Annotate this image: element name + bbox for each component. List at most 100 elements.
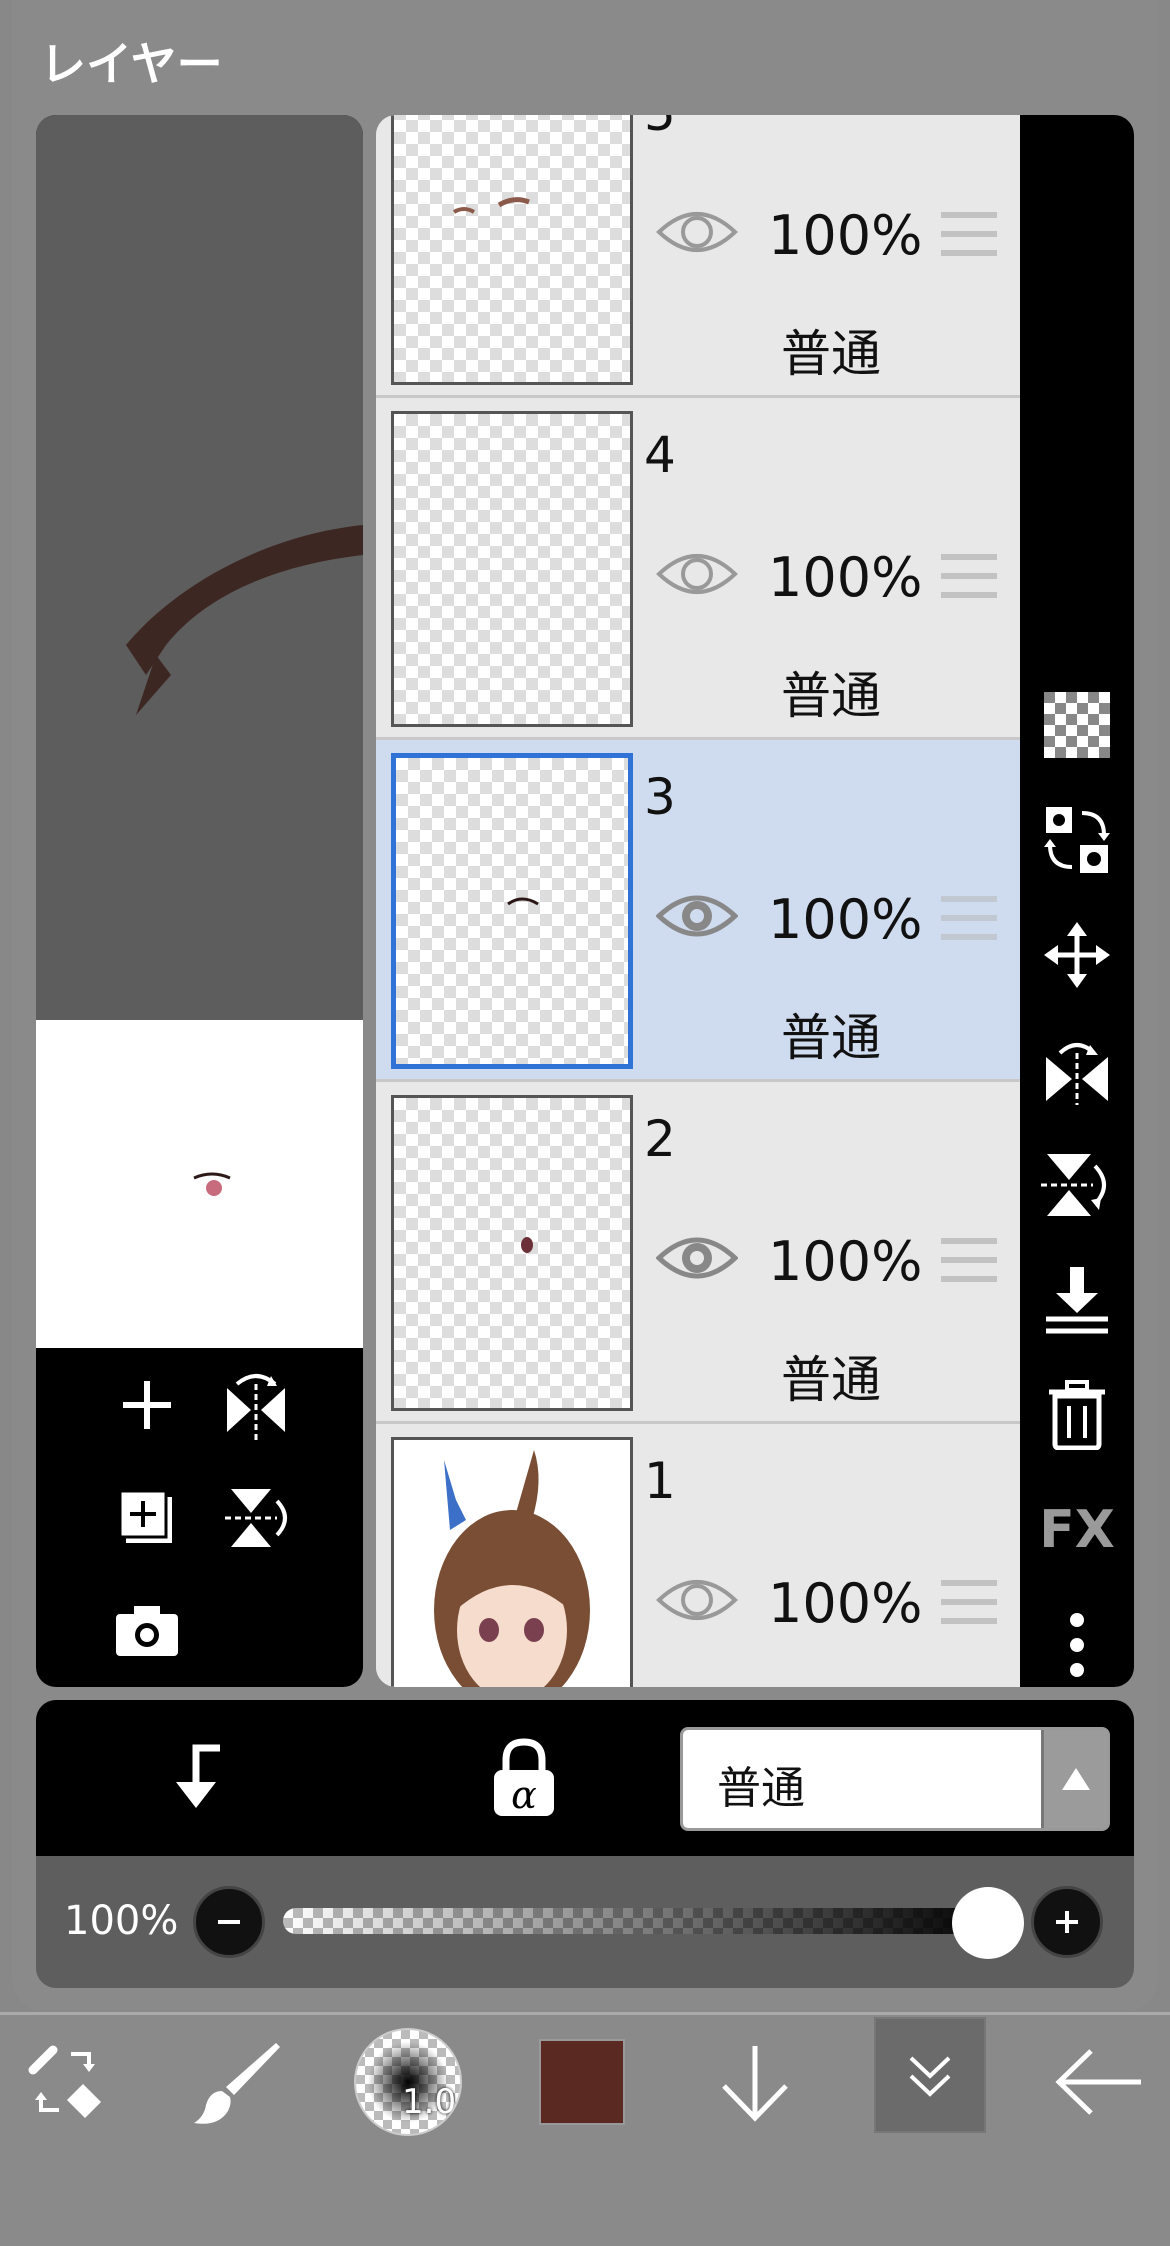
opacity-label: 100% xyxy=(64,1898,179,1944)
layer-row-5[interactable]: 5 100% 普通 xyxy=(376,115,1020,398)
toolbar-divider xyxy=(0,2012,1170,2015)
merge-down-button[interactable] xyxy=(1037,1260,1117,1340)
triangle-up-icon xyxy=(1061,1768,1090,1790)
clip-button[interactable] xyxy=(156,1738,236,1818)
layer-number: 5 xyxy=(644,115,676,142)
brush-size-value: 1.0 xyxy=(402,2082,457,2122)
svg-text:α: α xyxy=(511,1773,537,1817)
layer-thumbnail xyxy=(391,753,633,1069)
plus-icon xyxy=(123,1381,171,1429)
fx-label: FX xyxy=(1039,1500,1115,1560)
flip-horizontal-icon xyxy=(1046,1043,1108,1105)
color-picker-button[interactable] xyxy=(522,2022,642,2142)
layer-opacity: 100% xyxy=(768,204,923,267)
merge-down-icon xyxy=(1046,1267,1108,1334)
drag-handle-icon[interactable] xyxy=(941,211,997,257)
opacity-slider[interactable] xyxy=(283,1908,995,1934)
brush-icon xyxy=(194,2043,280,2124)
camera-icon xyxy=(116,1606,178,1656)
move-icon xyxy=(1044,922,1110,988)
blend-mode-select[interactable]: 普通 xyxy=(680,1727,1110,1831)
layer-thumbnail xyxy=(391,1095,633,1411)
eye-miniature xyxy=(193,1172,231,1196)
flip-vertical-icon xyxy=(225,1489,287,1547)
zoomed-preview xyxy=(36,115,363,1020)
move-button[interactable] xyxy=(1037,915,1117,995)
layer-opacity: 100% xyxy=(768,888,923,951)
eyebrow-thumbnail xyxy=(452,197,530,214)
blend-mode-value: 普通 xyxy=(717,1763,805,1814)
opacity-slider-knob[interactable] xyxy=(952,1887,1024,1959)
dropdown-arrow-button[interactable] xyxy=(1041,1730,1107,1828)
more-options-button[interactable] xyxy=(1037,1605,1117,1685)
layer-blend-mode: 普通 xyxy=(781,1682,881,1687)
swap-layer-button[interactable] xyxy=(1037,800,1117,880)
eye-icon[interactable] xyxy=(656,1230,738,1286)
opacity-decrease-button[interactable] xyxy=(193,1886,265,1958)
flip-vertical-button[interactable] xyxy=(1037,1145,1117,1225)
brush-size-button[interactable]: 1.0 xyxy=(348,2022,468,2142)
vertical-ellipsis-icon xyxy=(1070,1613,1084,1677)
transparency-button[interactable] xyxy=(1037,685,1117,765)
layer-number: 3 xyxy=(644,768,676,826)
minus-icon xyxy=(218,1920,240,1924)
drag-handle-icon[interactable] xyxy=(941,553,997,599)
down-arrow-button[interactable] xyxy=(695,2022,815,2142)
flip-horizontal-button[interactable] xyxy=(1037,1030,1117,1110)
eyebrow-stroke xyxy=(126,525,363,715)
layer-row-2[interactable]: 2 100% 普通 xyxy=(376,1082,1020,1424)
layer-opacity: 100% xyxy=(768,1230,923,1293)
alpha-lock-icon: α xyxy=(494,1738,554,1817)
drag-handle-icon[interactable] xyxy=(941,1579,997,1625)
swap-icon xyxy=(1044,807,1110,873)
camera-button[interactable] xyxy=(102,1585,192,1675)
full-preview xyxy=(36,1020,363,1348)
flip-vertical-icon xyxy=(1041,1154,1106,1216)
eye-line-thumbnail xyxy=(507,897,539,906)
double-chevron-down-icon xyxy=(909,2056,951,2097)
down-arrow-icon xyxy=(722,2046,788,2122)
drag-handle-icon[interactable] xyxy=(941,1237,997,1283)
eye-icon[interactable] xyxy=(656,204,738,260)
panel-title: レイヤー xyxy=(40,37,223,91)
character-thumbnail xyxy=(434,1450,590,1687)
trash-icon xyxy=(1049,1380,1105,1450)
layer-list[interactable]: 5 100% 普通 4 100% 普通 3 100% 普通 2 1 xyxy=(376,115,1020,1687)
brush-tool-button[interactable] xyxy=(175,2022,295,2142)
layer-number: 1 xyxy=(644,1452,676,1510)
alpha-lock-button[interactable]: α xyxy=(484,1738,564,1818)
duplicate-layer-icon xyxy=(118,1489,172,1543)
duplicate-layer-button[interactable] xyxy=(102,1473,192,1563)
layer-row-4[interactable]: 4 100% 普通 xyxy=(376,398,1020,740)
layer-row-3[interactable]: 3 100% 普通 xyxy=(376,740,1020,1082)
layer-blend-mode: 普通 xyxy=(781,1009,881,1067)
layer-row-1[interactable]: 1 100% 普通 xyxy=(376,1424,1020,1687)
transform-eraser-icon xyxy=(28,2045,101,2118)
flip-vertical-left-button[interactable] xyxy=(211,1473,301,1563)
flip-horizontal-left-button[interactable] xyxy=(211,1360,301,1450)
checkerboard-icon xyxy=(1044,692,1110,758)
canvas-preview-column xyxy=(36,115,363,1687)
back-arrow-icon xyxy=(1055,2049,1141,2115)
layer-blend-mode: 普通 xyxy=(781,325,881,383)
eye-icon[interactable] xyxy=(656,888,738,944)
layer-blend-mode: 普通 xyxy=(781,667,881,725)
current-color-swatch xyxy=(539,2039,625,2125)
eye-icon[interactable] xyxy=(656,1572,738,1628)
layer-opacity: 100% xyxy=(768,1572,923,1635)
opacity-increase-button[interactable] xyxy=(1031,1886,1103,1958)
layer-blend-mode: 普通 xyxy=(781,1351,881,1409)
collapse-panel-button[interactable] xyxy=(874,2017,986,2133)
layer-number: 2 xyxy=(644,1110,676,1168)
back-button[interactable] xyxy=(1040,2022,1160,2142)
iris-thumbnail xyxy=(521,1237,533,1253)
fx-button[interactable]: FX xyxy=(1037,1490,1117,1570)
eye-icon[interactable] xyxy=(656,546,738,602)
add-layer-button[interactable] xyxy=(102,1360,192,1450)
layer-opacity: 100% xyxy=(768,546,923,609)
layer-thumbnail xyxy=(391,411,633,727)
delete-layer-button[interactable] xyxy=(1037,1375,1117,1455)
drag-handle-icon[interactable] xyxy=(941,895,997,941)
layer-thumbnail xyxy=(391,1437,633,1687)
transform-tool-button[interactable] xyxy=(5,2022,125,2142)
